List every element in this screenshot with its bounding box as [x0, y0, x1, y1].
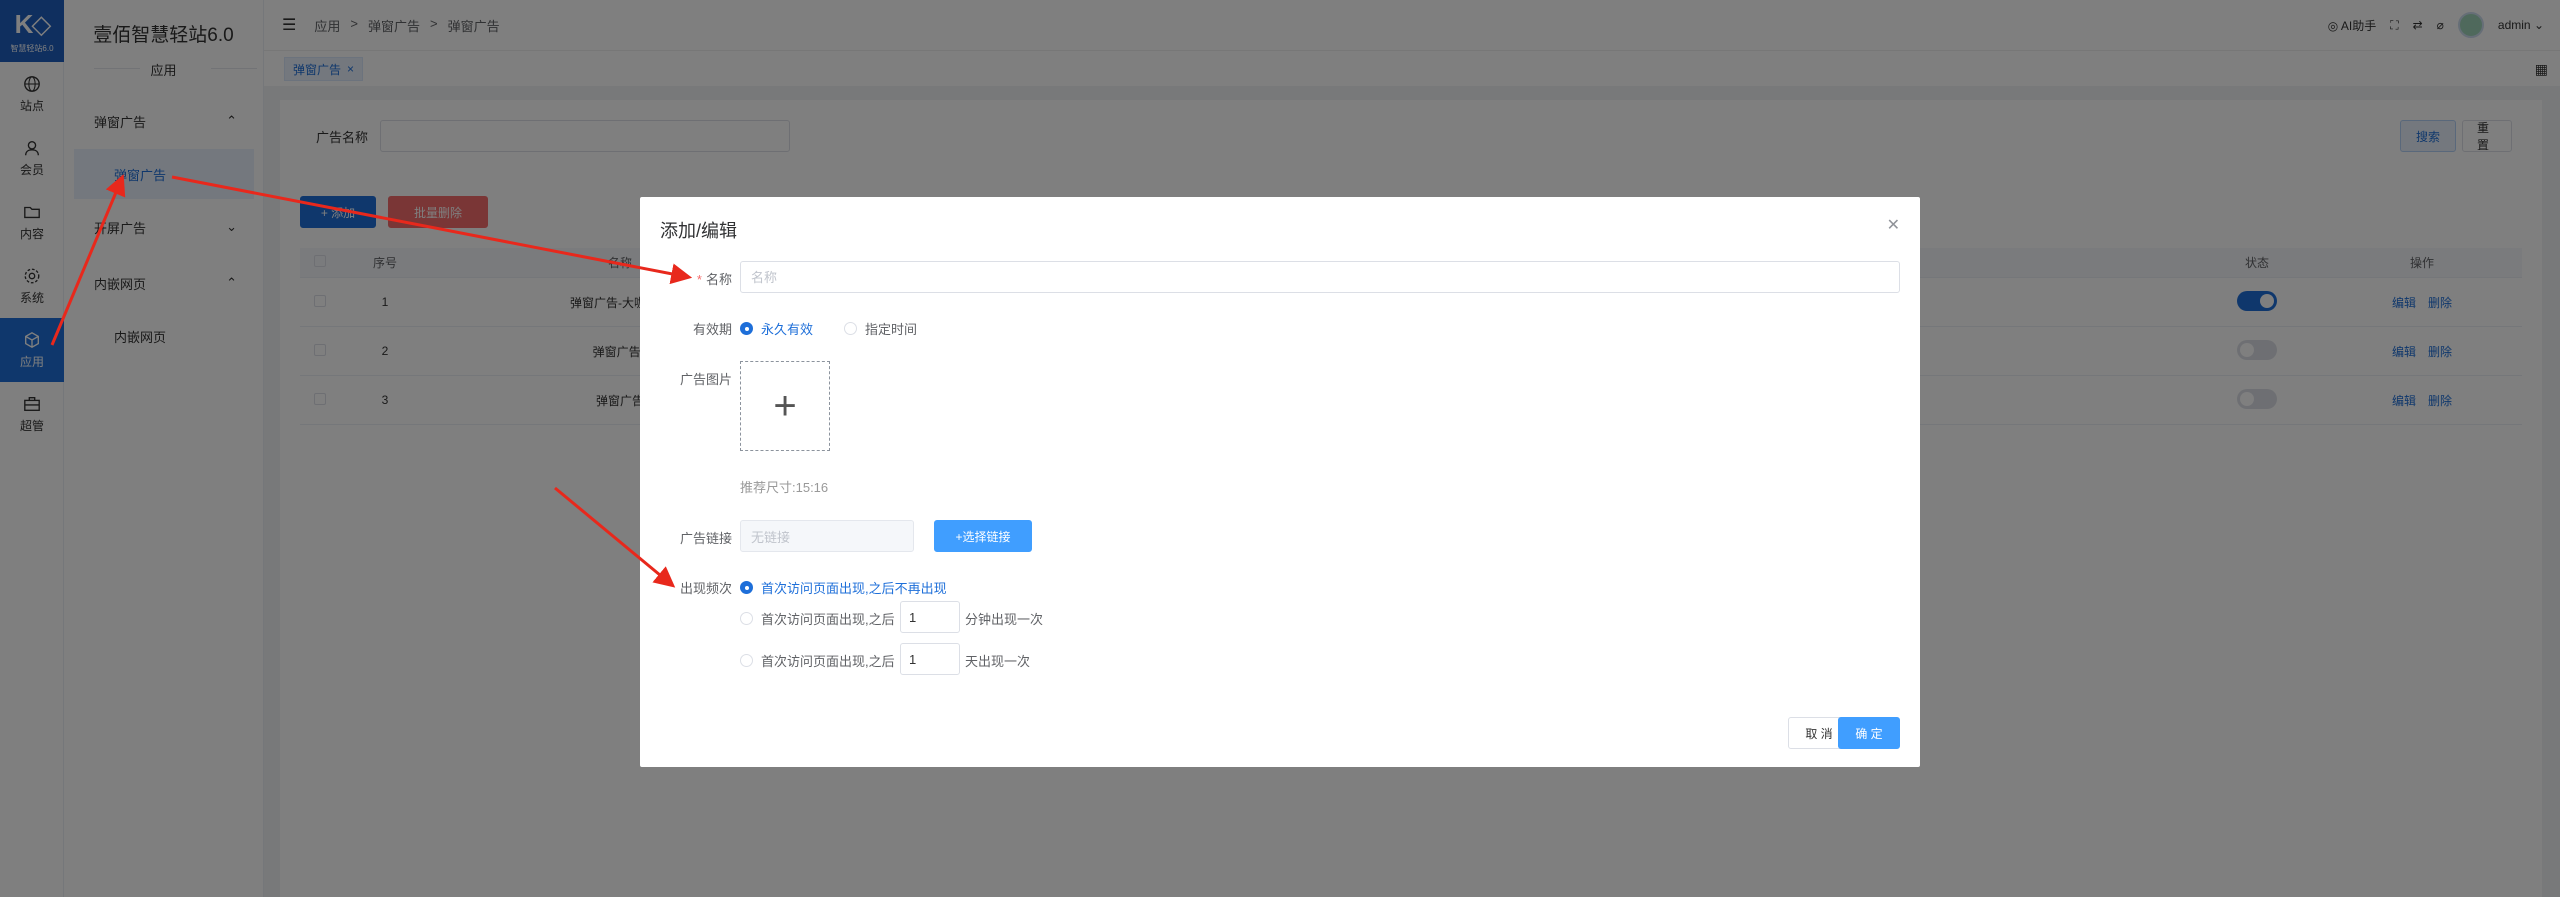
confirm-button[interactable]: 确 定 [1838, 717, 1900, 749]
frequency-label: 出现频次 [679, 581, 732, 596]
close-icon[interactable]: ✕ [1887, 215, 1900, 235]
radio-label: 指定时间 [865, 322, 918, 337]
radio-permanent[interactable]: 永久有效 [740, 319, 813, 338]
minutes-suffix: 分钟出现一次 [965, 612, 1044, 627]
dialog-title: 添加/编辑 [660, 221, 738, 241]
image-uploader[interactable]: + [740, 361, 830, 451]
radio-label: 首次访问页面出现,之后 [761, 612, 895, 627]
image-size-hint: 推荐尺寸:15:16 [740, 480, 829, 495]
add-edit-dialog: 添加/编辑 ✕ *名称 有效期 永久有效 指定时间 广告图片 + 推荐尺寸:15… [640, 197, 1920, 767]
minutes-input[interactable]: 1 [900, 601, 960, 633]
radio-dot [740, 612, 753, 625]
name-input[interactable] [740, 261, 1900, 293]
name-label-text: 名称 [705, 272, 732, 287]
radio-freq-minutes[interactable]: 首次访问页面出现,之后 [740, 609, 895, 628]
days-input[interactable]: 1 [900, 643, 960, 675]
image-label: 广告图片 [679, 372, 732, 387]
radio-label: 首次访问页面出现,之后不再出现 [761, 581, 947, 596]
radio-dot [844, 322, 857, 335]
select-link-button[interactable]: +选择链接 [934, 520, 1032, 552]
validity-label: 有效期 [692, 322, 732, 337]
radio-dot [740, 654, 753, 667]
radio-dot [740, 322, 753, 335]
link-input: 无链接 [740, 520, 914, 552]
plus-icon: + [773, 383, 797, 428]
link-label: 广告链接 [679, 531, 732, 546]
radio-specified-time[interactable]: 指定时间 [844, 319, 917, 338]
radio-label: 永久有效 [761, 322, 814, 337]
radio-freq-once[interactable]: 首次访问页面出现,之后不再出现 [740, 578, 947, 597]
radio-label: 首次访问页面出现,之后 [761, 654, 895, 669]
radio-dot [740, 581, 753, 594]
days-suffix: 天出现一次 [965, 654, 1031, 669]
radio-freq-days[interactable]: 首次访问页面出现,之后 [740, 651, 895, 670]
required-asterisk: * [696, 272, 702, 287]
name-label: * 名称 [640, 269, 732, 288]
